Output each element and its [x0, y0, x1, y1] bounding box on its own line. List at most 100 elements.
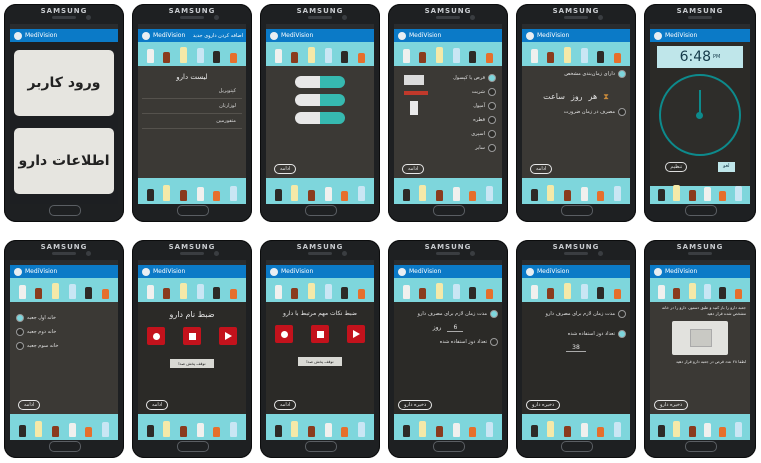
- next-button[interactable]: ادامه: [146, 400, 169, 410]
- app-title: MediVision: [665, 32, 698, 39]
- screen: MediVision اضافه کردن داروی جدید لیست دار…: [138, 24, 246, 204]
- app-title: MediVision: [537, 268, 570, 275]
- shelf-bottom: [522, 178, 630, 204]
- add-drug-action[interactable]: اضافه کردن داروی جدید: [193, 33, 243, 39]
- phone-record-name: SAMSUNG MediVision ضبط نام دارو توقف پخش…: [132, 240, 252, 458]
- option-injection[interactable]: آمپول: [453, 102, 496, 110]
- save-drug-button[interactable]: ذخیره دارو: [654, 400, 689, 410]
- option-syrup[interactable]: شربت: [453, 88, 496, 96]
- capsule-option[interactable]: [295, 112, 345, 124]
- radio-dot[interactable]: [488, 130, 496, 138]
- cancel-button[interactable]: لغو: [718, 162, 735, 172]
- phone-record-notes: SAMSUNG MediVision ضبط نکات مهم مرتبط با…: [260, 240, 380, 458]
- record-button[interactable]: [147, 327, 165, 345]
- radio-dot[interactable]: [488, 116, 496, 124]
- speaker: [52, 16, 76, 19]
- option-compartment-3[interactable]: خانه سوم جعبه: [16, 342, 114, 350]
- capsule-option[interactable]: [295, 76, 345, 88]
- home-button[interactable]: [433, 205, 465, 216]
- dose-count-value[interactable]: 38: [566, 344, 586, 352]
- radio-dot[interactable]: [488, 74, 496, 82]
- next-button[interactable]: ادامه: [402, 164, 425, 174]
- list-item[interactable]: لوزارتان: [142, 99, 242, 114]
- login-button[interactable]: ورود کاربر: [14, 50, 114, 116]
- home-button[interactable]: [685, 205, 717, 216]
- home-button[interactable]: [561, 205, 593, 216]
- option-drops[interactable]: قطره: [453, 116, 496, 124]
- play-button[interactable]: [347, 325, 365, 343]
- radio-dot[interactable]: [618, 330, 626, 338]
- radio-dot[interactable]: [488, 144, 496, 152]
- bottle-icon: [410, 101, 418, 115]
- home-button[interactable]: [433, 441, 465, 452]
- stop-playback-button[interactable]: توقف پخش صدا: [170, 359, 214, 368]
- shelf-bottom: [10, 414, 118, 440]
- home-button[interactable]: [49, 441, 81, 452]
- record-button[interactable]: [275, 325, 293, 343]
- option-other[interactable]: سایر: [453, 144, 496, 152]
- app-logo-icon: [142, 31, 150, 40]
- radio-dot[interactable]: [488, 88, 496, 96]
- period-picker[interactable]: ساعت روز هر ⧗: [522, 92, 630, 102]
- home-button[interactable]: [177, 205, 209, 216]
- option-dose-count[interactable]: تعداد دوز استفاده شده: [526, 330, 626, 338]
- screen: MediVision مدت زمان لازم برای مصرف دارو …: [522, 260, 630, 440]
- brand-label: SAMSUNG: [40, 243, 88, 251]
- shelf-top: [650, 278, 750, 302]
- option-duration[interactable]: مدت زمان لازم برای مصرف دارو: [526, 310, 626, 318]
- clock-face[interactable]: [659, 74, 741, 156]
- radio-dot[interactable]: [16, 328, 24, 336]
- stop-playback-button[interactable]: توقف پخش صدا: [298, 357, 342, 366]
- list-title: لیست دارو: [176, 73, 208, 81]
- next-button[interactable]: ادامه: [18, 400, 41, 410]
- dose-count-input[interactable]: 38: [522, 344, 630, 352]
- stop-button[interactable]: [183, 327, 201, 345]
- option-tablet[interactable]: قرص یا کپسول: [453, 74, 496, 82]
- app-logo-icon: [270, 31, 278, 40]
- app-bar: MediVision: [266, 29, 374, 42]
- list-item[interactable]: کپتوپریل: [142, 84, 242, 99]
- home-button[interactable]: [561, 441, 593, 452]
- phone-drug-type: SAMSUNG MediVision قرص یا کپسول شربت آمپ…: [388, 4, 508, 222]
- option-compartment-2[interactable]: خانه دوم جعبه: [16, 328, 114, 336]
- drug-info-button[interactable]: اطلاعات دارو: [14, 128, 114, 194]
- home-button[interactable]: [177, 441, 209, 452]
- radio-dot[interactable]: [490, 338, 498, 346]
- radio-dot[interactable]: [618, 310, 626, 318]
- next-button[interactable]: ادامه: [274, 400, 297, 410]
- record-icon: [280, 330, 288, 338]
- app-logo-icon: [14, 31, 22, 40]
- save-drug-button[interactable]: ذخیره دارو: [398, 400, 433, 410]
- capsule-option[interactable]: [295, 94, 345, 106]
- option-duration[interactable]: مدت زمان لازم برای مصرف دارو: [398, 310, 498, 318]
- radio-dot[interactable]: [16, 314, 24, 322]
- radio-dot[interactable]: [16, 342, 24, 350]
- shelf-top: [522, 42, 630, 66]
- duration-value[interactable]: 6: [447, 324, 464, 332]
- home-button[interactable]: [685, 441, 717, 452]
- radio-dot[interactable]: [618, 108, 626, 116]
- set-button[interactable]: تنظیم: [665, 162, 688, 172]
- home-button[interactable]: [49, 205, 81, 216]
- radio-dot[interactable]: [618, 70, 626, 78]
- home-button[interactable]: [305, 205, 337, 216]
- option-as-needed[interactable]: مصرف در زمان ضرورت: [526, 108, 626, 116]
- option-dose-count[interactable]: تعداد دوز استفاده شده: [398, 338, 498, 346]
- option-scheduled[interactable]: دارای زمان‌بندی مشخص: [526, 70, 626, 78]
- camera: [470, 15, 475, 20]
- play-button[interactable]: [219, 327, 237, 345]
- home-button[interactable]: [305, 441, 337, 452]
- list-item[interactable]: متفورمین: [142, 114, 242, 129]
- option-compartment-1[interactable]: خانه اول جعبه: [16, 314, 114, 322]
- next-button[interactable]: ادامه: [274, 164, 297, 174]
- camera: [342, 251, 347, 256]
- stop-button[interactable]: [311, 325, 329, 343]
- radio-dot[interactable]: [488, 102, 496, 110]
- next-button[interactable]: ادامه: [530, 164, 553, 174]
- option-spray[interactable]: اسپری: [453, 130, 496, 138]
- save-drug-button[interactable]: ذخیره دارو: [526, 400, 561, 410]
- camera: [470, 251, 475, 256]
- radio-dot[interactable]: [490, 310, 498, 318]
- brand-label: SAMSUNG: [552, 7, 600, 15]
- duration-input[interactable]: روز 6: [394, 324, 502, 332]
